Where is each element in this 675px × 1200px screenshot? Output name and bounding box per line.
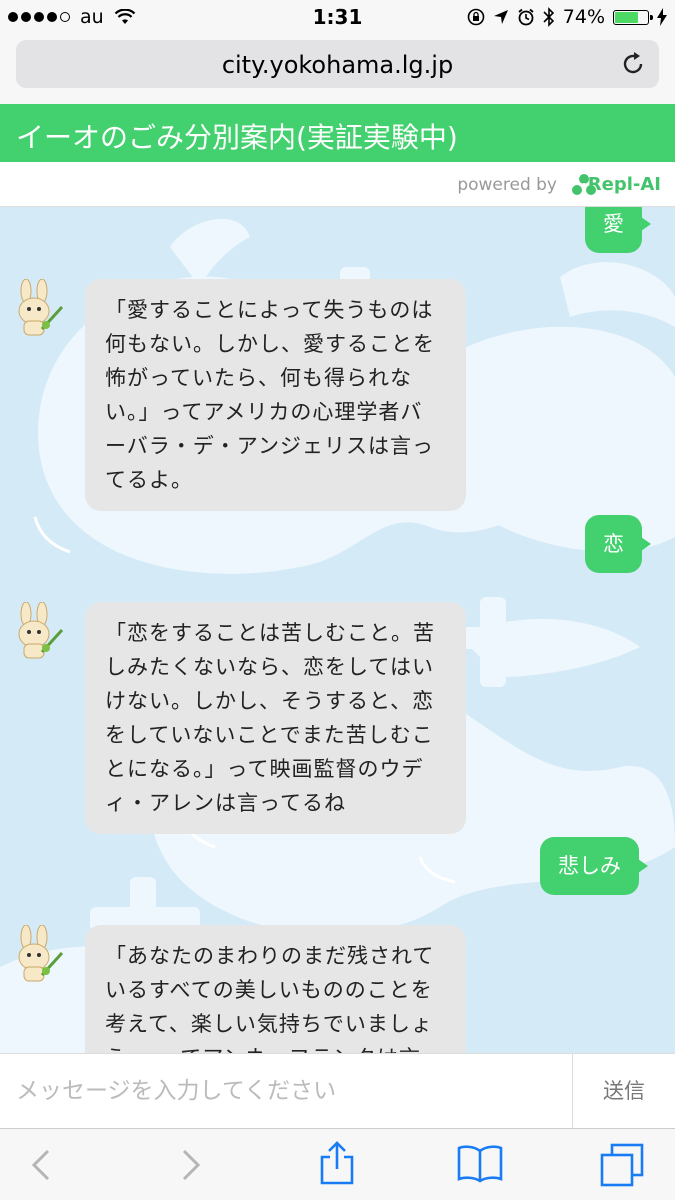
message-line: う。」ってアンネ・フランクは言	[105, 1041, 446, 1053]
charging-icon	[657, 8, 667, 26]
address-bar[interactable]: city.yokohama.lg.jp	[16, 40, 659, 88]
bot-message-bubble: 「あなたのまわりのまだ残されて いるすべての美しいもののことを 考えて、楽しい気…	[85, 925, 466, 1053]
message-line: 「愛することによって失うものは	[105, 298, 434, 322]
eo-mascot-avatar-icon	[18, 925, 64, 982]
app-header: イーオのごみ分別案内(実証実験中)	[0, 104, 675, 162]
bot-message-bubble: 「愛することによって失うものは 何もない。しかし、愛することを 怖がっていたら、…	[85, 279, 466, 511]
powered-by-label: powered by	[457, 175, 557, 195]
message-line: ーバラ・デ・アンジェリスは言っ	[105, 434, 434, 458]
send-button[interactable]: 送信	[572, 1054, 675, 1128]
message-line: をしていないことでまた苦しむこ	[105, 723, 434, 747]
message-line: いるすべての美しいもののことを	[105, 978, 433, 1002]
forward-icon[interactable]	[178, 1147, 204, 1183]
status-bar: au 1:31 74%	[0, 0, 675, 36]
user-message-text: 恋	[603, 532, 624, 556]
message-line: 怖がっていたら、何も得られな	[105, 366, 412, 390]
message-line: い。」ってアメリカの心理学者バ	[105, 400, 423, 424]
tabs-icon[interactable]	[600, 1143, 644, 1187]
browser-toolbar	[0, 1128, 675, 1200]
user-message-bubble: 悲しみ	[540, 837, 648, 895]
browser-address-area: city.yokohama.lg.jp	[0, 36, 675, 104]
url-text[interactable]: city.yokohama.lg.jp	[16, 51, 659, 79]
location-icon	[493, 10, 508, 24]
repl-ai-brand: Repl-AI	[587, 174, 661, 195]
battery-percent: 74%	[562, 6, 605, 28]
eo-mascot-avatar-icon	[18, 279, 64, 336]
reload-icon[interactable]	[619, 50, 647, 78]
message-line: 何もない。しかし、愛することを	[105, 332, 435, 356]
bluetooth-icon	[543, 7, 554, 27]
bot-message-bubble: 「恋をすることは苦しむこと。苦 しみたくないなら、恋をしてはい けない。しかし、…	[85, 602, 466, 834]
message-input-bar: 送信	[0, 1053, 675, 1128]
page-title: イーオのごみ分別案内(実証実験中)	[16, 121, 458, 154]
bookmarks-icon[interactable]	[456, 1143, 504, 1183]
user-message-text: 悲しみ	[558, 854, 621, 878]
user-message-bubble: 恋	[585, 515, 651, 573]
eo-mascot-avatar-icon	[18, 602, 64, 659]
share-icon[interactable]	[318, 1141, 356, 1185]
message-line: しみたくないなら、恋をしてはい	[105, 655, 434, 679]
message-line: けない。しかし、そうすると、恋	[105, 689, 435, 713]
message-line: てるよ。	[105, 468, 193, 492]
message-line: とになる。」って映画監督のウデ	[105, 757, 424, 781]
powered-by-bar: powered by Repl-AI	[0, 162, 675, 207]
rotation-lock-icon	[467, 8, 485, 26]
message-input[interactable]	[0, 1054, 572, 1128]
alarm-icon	[518, 8, 534, 26]
chat-area[interactable]: 愛 「愛することによって失うものは 何もない。しかし、愛することを 怖がっていた…	[0, 207, 675, 1053]
message-line: ィ・アレンは言ってるね	[105, 791, 346, 815]
back-icon[interactable]	[28, 1147, 54, 1183]
message-line: 考えて、楽しい気持ちでいましょ	[105, 1012, 433, 1036]
battery-icon	[613, 9, 653, 25]
user-message-bubble: 愛	[585, 207, 651, 253]
message-line: 「あなたのまわりのまだ残されて	[105, 944, 435, 968]
message-line: 「恋をすることは苦しむこと。苦	[105, 621, 435, 645]
user-message-text: 愛	[603, 212, 624, 236]
